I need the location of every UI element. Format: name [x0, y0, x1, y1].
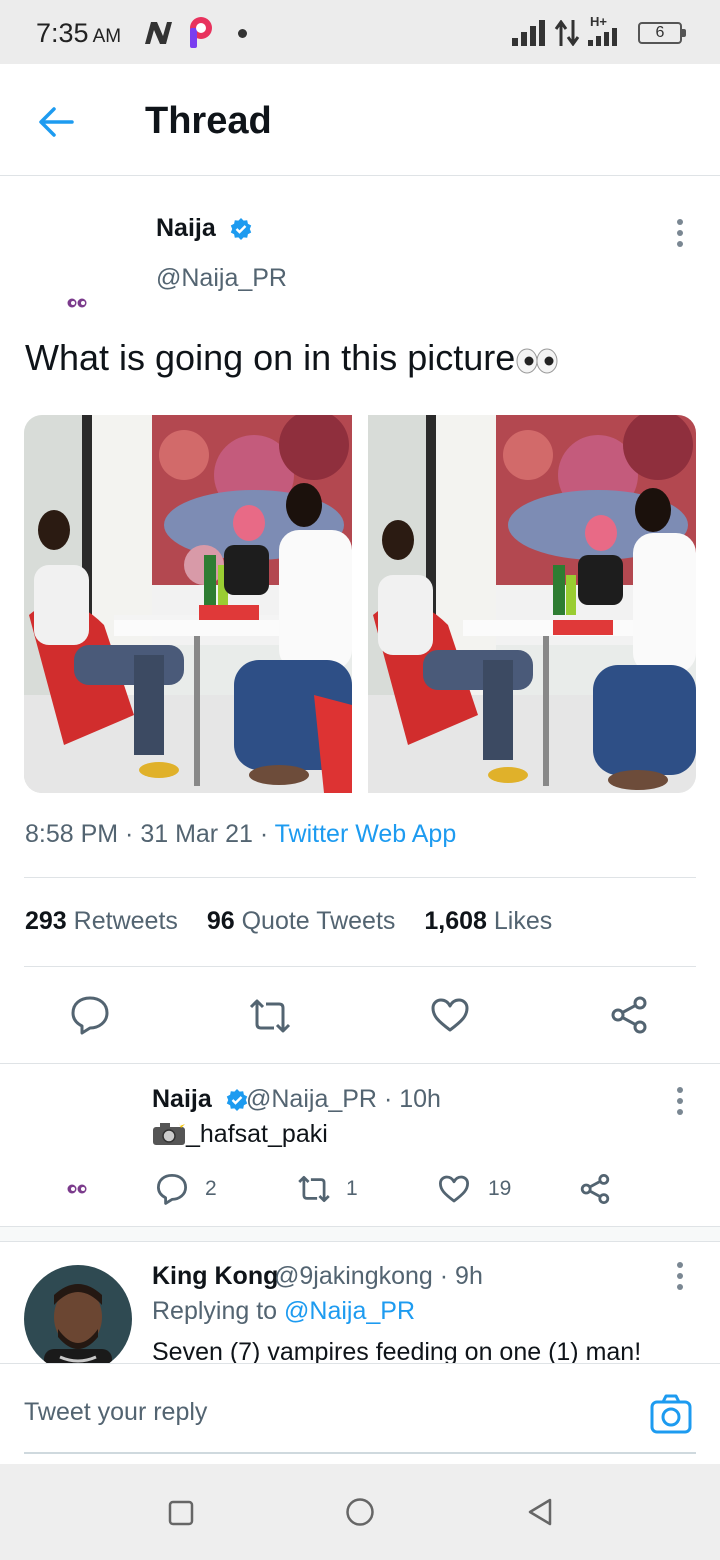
tweet-text: What is going on in this picture [25, 337, 559, 379]
photo-1-image [24, 415, 352, 793]
back-nav-icon[interactable] [526, 1497, 554, 1527]
divider [0, 1063, 720, 1064]
eyes-emoji-icon [516, 348, 558, 374]
retweets-stat[interactable]: 293 Retweets [25, 907, 178, 935]
camera-flash-emoji-icon [153, 1121, 185, 1145]
king-kong-avatar-image [24, 1265, 132, 1363]
retweet-icon[interactable] [248, 998, 292, 1034]
divider [24, 966, 696, 967]
tweet-source-link[interactable]: Twitter Web App [275, 820, 457, 848]
reply-input-underline [24, 1452, 696, 1454]
photo-2-image [368, 415, 696, 793]
like-icon[interactable] [438, 1174, 470, 1204]
reply-author-name[interactable]: King Kong [152, 1262, 278, 1291]
share-icon[interactable] [579, 1173, 611, 1205]
signal-icon [512, 20, 545, 46]
verified-badge-icon [230, 218, 251, 241]
avatar[interactable] [66, 297, 90, 309]
more-options-icon[interactable] [668, 1262, 692, 1302]
tweet-photo-1[interactable] [24, 415, 352, 793]
reply-author-handle[interactable]: @9jakingkong · 9h [274, 1262, 483, 1291]
status-time: 7:35 AM [36, 18, 122, 48]
reply-text: _hafsat_paki [152, 1120, 328, 1149]
camera-icon[interactable] [650, 1393, 692, 1435]
retweet-count: 1 [346, 1177, 358, 1200]
like-count: 19 [488, 1177, 512, 1200]
section-separator [0, 1227, 720, 1241]
reply-count: 2 [205, 1177, 217, 1200]
author-name[interactable]: Naija [156, 214, 253, 243]
avatar[interactable] [24, 1265, 132, 1363]
more-options-icon[interactable] [668, 219, 692, 259]
data-arrows-icon [554, 20, 580, 46]
author-handle[interactable]: @Naija_PR [156, 264, 287, 293]
network-type: H+ [590, 14, 607, 29]
recent-apps-icon[interactable] [168, 1500, 194, 1526]
thread-header: Thread [0, 64, 720, 176]
replying-to-link[interactable]: @Naija_PR [284, 1297, 415, 1325]
reply-icon[interactable] [70, 995, 110, 1035]
reply-author-name[interactable]: Naija [152, 1085, 249, 1114]
retweet-icon[interactable] [296, 1175, 332, 1203]
p-app-icon [190, 17, 212, 48]
like-icon[interactable] [430, 997, 470, 1033]
more-options-icon[interactable] [668, 1087, 692, 1127]
home-icon[interactable] [345, 1497, 375, 1527]
back-arrow-icon[interactable] [34, 100, 78, 144]
avatar[interactable] [66, 1183, 90, 1195]
tweet-stats: 293 Retweets 96 Quote Tweets 1,608 Likes [25, 907, 552, 936]
replying-to: Replying to @Naija_PR [152, 1297, 416, 1325]
divider [24, 877, 696, 878]
reply-2-container: King Kong @9jakingkong · 9h Replying to … [0, 1240, 720, 1363]
page-title: Thread [145, 100, 272, 142]
system-nav-bar [0, 1464, 720, 1560]
reply-text: Seven (7) vampires feeding on one (1) ma… [152, 1338, 642, 1363]
reply-input[interactable]: Tweet your reply [24, 1398, 207, 1427]
tweet-timestamp: 8:58 PM · 31 Mar 21 · Twitter Web App [25, 820, 457, 848]
battery-icon: 6 [638, 22, 686, 44]
tweet-photo-2[interactable] [368, 415, 696, 793]
n-app-icon [145, 22, 172, 44]
reply-icon[interactable] [156, 1173, 188, 1205]
reply-author-handle[interactable]: @Naija_PR · 10h [246, 1085, 441, 1114]
quotes-stat[interactable]: 96 Quote Tweets [207, 907, 396, 935]
status-bar: 7:35 AM H+ 6 [0, 0, 720, 64]
signal-icon-2 [588, 28, 617, 46]
share-icon[interactable] [609, 995, 649, 1035]
notification-dot [238, 29, 247, 38]
likes-stat[interactable]: 1,608 Likes [424, 907, 552, 935]
